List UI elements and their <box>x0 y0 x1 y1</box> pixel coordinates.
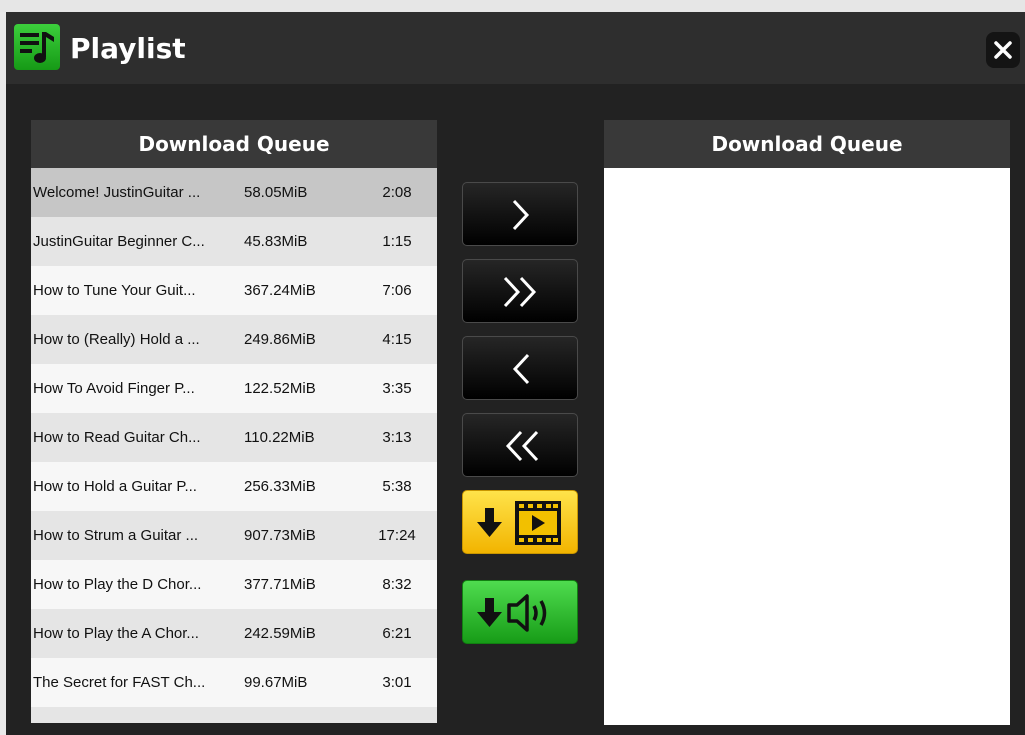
download-audio-button[interactable] <box>462 580 578 644</box>
item-title: How to Strum a Guitar ... <box>33 527 199 544</box>
download-queue-list[interactable]: Welcome! JustinGuitar ... 58.05MiB 2:08 Jus… <box>31 168 437 723</box>
item-title: How to Read Guitar Ch... <box>33 429 201 446</box>
item-size: 45.83MiB <box>244 233 308 250</box>
double-chevron-left-icon <box>505 430 539 462</box>
item-size: 99.67MiB <box>244 674 308 691</box>
item-duration: 4:15 <box>382 331 412 348</box>
item-title: How to Play the A Chor... <box>33 625 199 642</box>
list-item[interactable]: How To Avoid Finger P... 122.52MiB 3:35 <box>31 364 437 413</box>
title-bar[interactable]: Playlist <box>6 12 1025 84</box>
target-queue-list[interactable] <box>604 168 1010 725</box>
item-title: How to Hold a Guitar P... <box>33 478 197 495</box>
item-duration: 7:06 <box>382 282 412 299</box>
item-size: 58.05MiB <box>244 184 308 201</box>
close-button[interactable] <box>986 32 1020 68</box>
download-audio-icon <box>477 594 547 632</box>
move-selected-left-button[interactable] <box>462 336 578 400</box>
double-chevron-right-icon <box>503 276 537 308</box>
list-item[interactable]: How to Strum a Guitar ... 907.73MiB 17:24 <box>31 511 437 560</box>
item-duration: 5:38 <box>382 478 412 495</box>
item-duration: 17:24 <box>378 527 416 544</box>
item-size: 110.22MiB <box>244 429 315 446</box>
item-duration: 8:32 <box>382 576 412 593</box>
item-size: 367.24MiB <box>244 282 316 299</box>
list-item[interactable]: JustinGuitar Beginner C... 45.83MiB 1:15 <box>31 217 437 266</box>
left-panel-header: Download Queue <box>31 120 437 168</box>
chevron-left-icon <box>512 353 530 385</box>
item-title: How To Avoid Finger P... <box>33 380 195 397</box>
list-item-partial[interactable] <box>31 707 437 723</box>
item-title: JustinGuitar Beginner C... <box>33 233 205 250</box>
list-item[interactable]: How to Play the A Chor... 242.59MiB 6:21 <box>31 609 437 658</box>
list-item[interactable]: How to Play the D Chor... 377.71MiB 8:32 <box>31 560 437 609</box>
download-video-button[interactable] <box>462 490 578 554</box>
right-panel-header: Download Queue <box>604 120 1010 168</box>
list-item[interactable]: How to Hold a Guitar P... 256.33MiB 5:38 <box>31 462 437 511</box>
playlist-window: Playlist Download Queue Welcome! JustinG… <box>6 12 1025 735</box>
item-size: 907.73MiB <box>244 527 316 544</box>
move-selected-right-button[interactable] <box>462 182 578 246</box>
window-title: Playlist <box>70 32 186 65</box>
item-duration: 3:35 <box>382 380 412 397</box>
chevron-right-icon <box>512 199 530 231</box>
item-size: 122.52MiB <box>244 380 316 397</box>
background-strip <box>0 0 1025 12</box>
list-item[interactable]: How to (Really) Hold a ... 249.86MiB 4:15 <box>31 315 437 364</box>
item-duration: 2:08 <box>382 184 412 201</box>
item-size: 242.59MiB <box>244 625 316 642</box>
item-title: The Secret for FAST Ch... <box>33 674 206 691</box>
list-item[interactable]: The Secret for FAST Ch... 99.67MiB 3:01 <box>31 658 437 707</box>
item-title: How to Play the D Chor... <box>33 576 202 593</box>
item-duration: 3:01 <box>382 674 412 691</box>
item-size: 256.33MiB <box>244 478 316 495</box>
list-item[interactable]: How to Read Guitar Ch... 110.22MiB 3:13 <box>31 413 437 462</box>
item-size: 249.86MiB <box>244 331 316 348</box>
list-item[interactable]: Welcome! JustinGuitar ... 58.05MiB 2:08 <box>31 168 437 217</box>
item-title: How to (Really) Hold a ... <box>33 331 200 348</box>
item-size: 377.71MiB <box>244 576 316 593</box>
move-all-left-button[interactable] <box>462 413 578 477</box>
list-item[interactable]: How to Tune Your Guit... 367.24MiB 7:06 <box>31 266 437 315</box>
move-all-right-button[interactable] <box>462 259 578 323</box>
item-duration: 3:13 <box>382 429 412 446</box>
close-icon <box>994 41 1012 59</box>
download-video-icon <box>477 501 561 545</box>
playlist-icon <box>14 24 60 70</box>
item-title: Welcome! JustinGuitar ... <box>33 184 201 201</box>
item-title: How to Tune Your Guit... <box>33 282 196 299</box>
item-duration: 1:15 <box>382 233 412 250</box>
item-duration: 6:21 <box>382 625 412 642</box>
